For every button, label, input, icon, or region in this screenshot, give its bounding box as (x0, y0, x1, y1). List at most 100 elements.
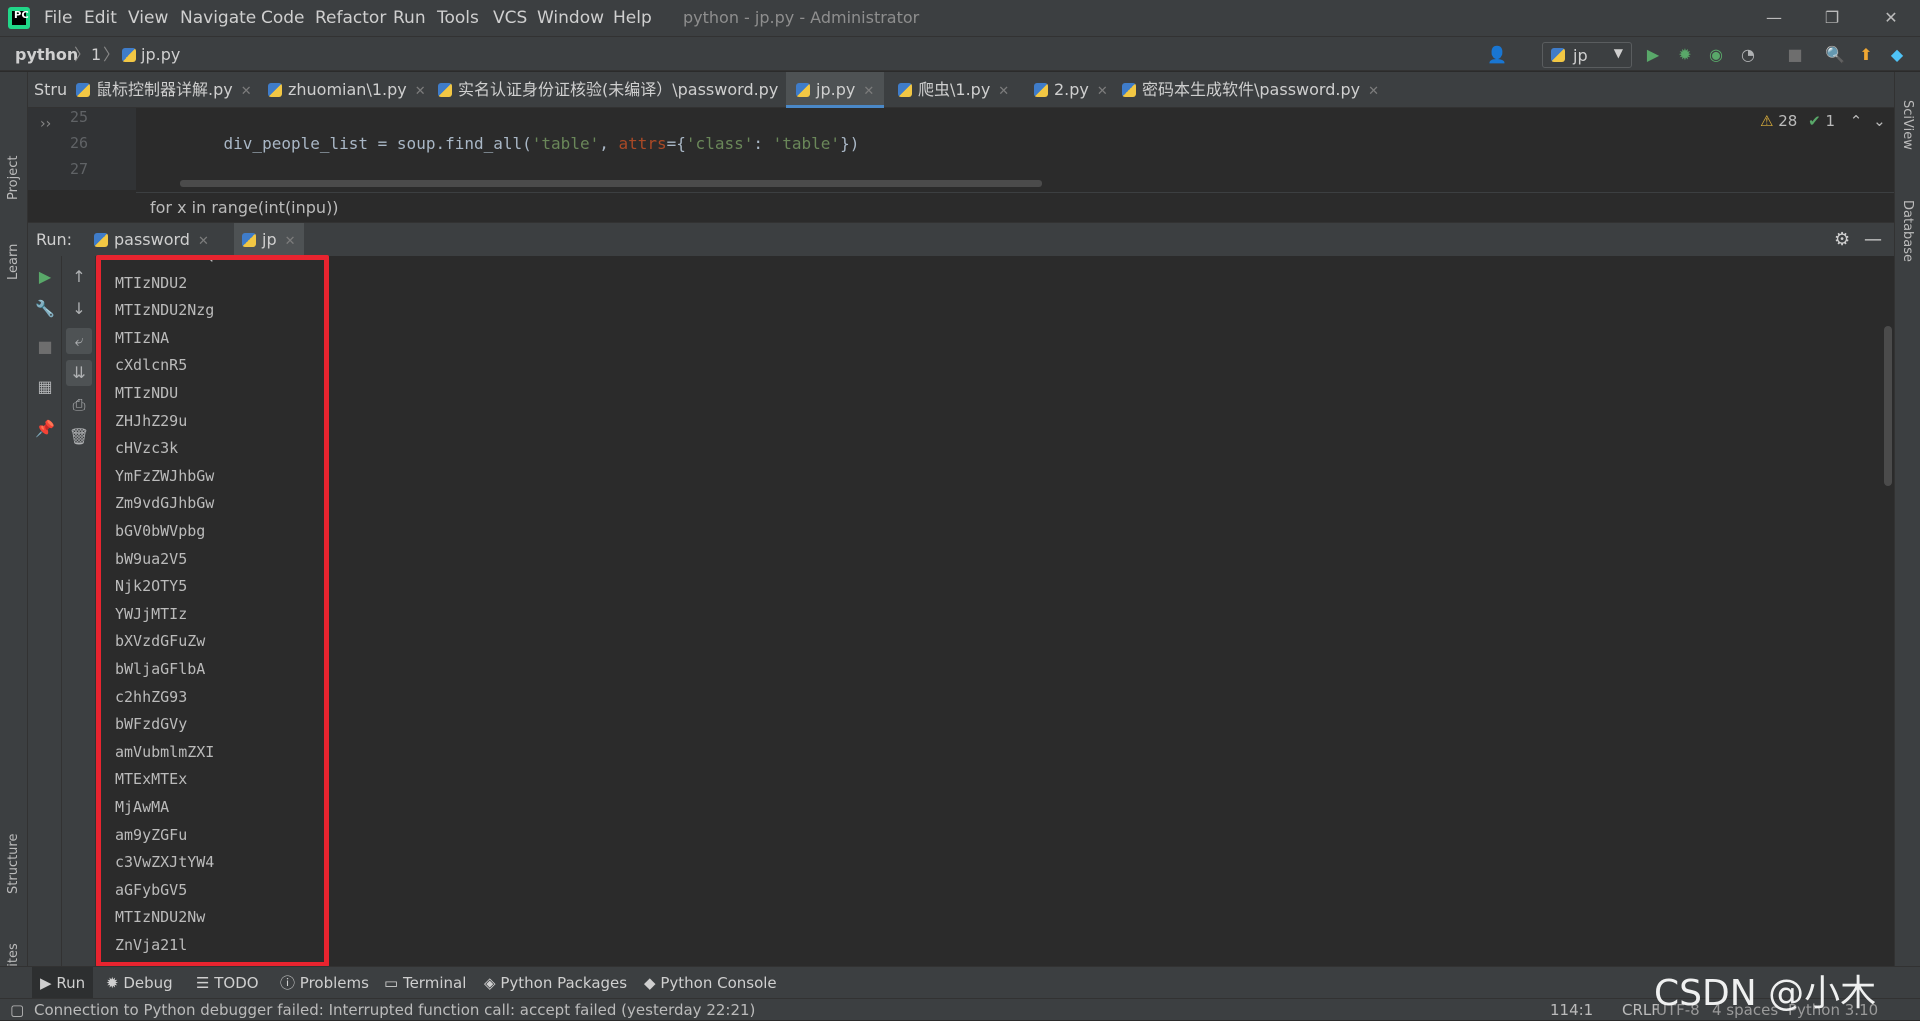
soft-wrap-icon[interactable]: ⤶ (66, 328, 92, 354)
user-icon[interactable]: 👤 (1486, 44, 1508, 66)
close-tab-icon[interactable]: ✕ (998, 84, 1009, 99)
pin-icon[interactable]: 📌 (32, 416, 58, 442)
scroll-to-end-icon[interactable]: ⇊ (66, 360, 92, 386)
tool-todo[interactable]: ☰ TODO (196, 967, 259, 999)
menu-vcs[interactable]: VCS (493, 0, 527, 36)
tab-password-generator[interactable]: 密码本生成软件\password.py ✕ (1122, 72, 1379, 108)
run-panel-header: Run: password ✕ jp ✕ ⚙ — (28, 222, 1894, 257)
title-bar: PC File Edit View Navigate Code Refactor… (0, 0, 1920, 36)
window-title: python - jp.py - Administrator (683, 8, 920, 27)
chevron-down-icon[interactable]: ⌄ (1873, 112, 1886, 130)
breadcrumb-file[interactable]: jp.py (122, 37, 180, 72)
database-panel-toggle[interactable]: Database (1900, 200, 1915, 262)
run-tab-jp[interactable]: jp ✕ (234, 223, 304, 257)
tool-python-packages[interactable]: ◈ Python Packages (484, 967, 627, 999)
close-tab-icon[interactable]: ✕ (198, 234, 209, 249)
structure-panel-toggle[interactable]: Structure (6, 834, 21, 894)
horizontal-scrollbar[interactable] (180, 180, 1042, 187)
learn-panel-toggle[interactable]: Learn (6, 244, 21, 280)
menu-code[interactable]: Code (261, 0, 305, 36)
vertical-scrollbar[interactable] (1884, 326, 1892, 486)
tool-python-console[interactable]: ◆ Python Console (644, 967, 777, 999)
close-tab-icon[interactable]: ✕ (415, 84, 426, 99)
project-panel-toggle[interactable]: Project (6, 156, 21, 200)
gear-icon[interactable]: ⚙ (1834, 223, 1850, 257)
python-file-icon (94, 233, 108, 247)
run-icon[interactable]: ▶ (1642, 44, 1664, 66)
close-tab-icon[interactable]: ✕ (285, 234, 296, 249)
tab-jp-py[interactable]: jp.py ✕ (786, 72, 885, 108)
debug-icon[interactable]: ✹ (1674, 44, 1696, 66)
toolbox-icon[interactable]: ◆ (1886, 44, 1908, 66)
menu-run[interactable]: Run (393, 0, 426, 36)
stop-icon[interactable]: ■ (1784, 44, 1806, 66)
status-message[interactable]: Connection to Python debugger failed: In… (34, 999, 755, 1021)
rerun-icon[interactable]: ▶ (32, 264, 58, 290)
run-config-select[interactable]: jp ▼ (1542, 42, 1632, 68)
status-toggle-icon[interactable]: ▢ (10, 999, 24, 1021)
close-tab-icon[interactable]: ✕ (863, 84, 874, 99)
python-file-icon (1551, 48, 1565, 62)
chevron-up-icon[interactable]: ⌃ (1850, 112, 1863, 130)
code-line: div_people_list = soup.find_all('table',… (223, 134, 860, 153)
inspection-widget[interactable]: ⚠ 28 ✔ 1 ⌃ ⌄ (1760, 112, 1886, 130)
stop-icon[interactable]: ■ (32, 334, 58, 360)
tab-mouse-controller[interactable]: 鼠标控制器详解.py ✕ (76, 72, 252, 108)
arrow-up-icon[interactable]: ↑ (66, 264, 92, 290)
list-icon: ☰ (196, 974, 210, 992)
print-icon[interactable]: ⎙ (66, 392, 92, 418)
update-icon[interactable]: ⬆ (1855, 44, 1877, 66)
close-tab-icon[interactable]: ✕ (1097, 84, 1108, 99)
run-config-label: jp (1573, 46, 1588, 65)
profile-icon[interactable]: ◔ (1737, 44, 1759, 66)
tab-id-verification-password[interactable]: 实名认证身份证核验(未编译）\password.py✕ (438, 72, 797, 108)
tab-2-py[interactable]: 2.py ✕ (1034, 72, 1108, 108)
breadcrumb-folder[interactable]: 1 (91, 37, 101, 72)
minimize-icon[interactable]: — (1745, 0, 1803, 36)
search-icon[interactable]: 🔍 (1824, 44, 1846, 66)
sciview-panel-toggle[interactable]: SciView (1900, 100, 1915, 150)
wrench-icon[interactable]: 🔧 (32, 296, 58, 322)
coverage-icon[interactable]: ◉ (1705, 44, 1727, 66)
tool-debug-label: Debug (123, 974, 173, 992)
console-output[interactable]: cGFzc3dvcmQMTIzNDU2MTIzNDU2NzgMTIzNAcXdl… (96, 256, 1894, 966)
close-tab-icon[interactable]: ✕ (1368, 84, 1379, 99)
python-file-icon (1122, 83, 1136, 97)
tool-run[interactable]: ▶ Run (32, 967, 94, 999)
breadcrumb-project[interactable]: python (15, 37, 78, 72)
tool-python-packages-label: Python Packages (500, 974, 628, 992)
menu-file[interactable]: File (44, 0, 72, 36)
hide-panel-icon[interactable]: — (1864, 223, 1882, 257)
python-file-icon (438, 83, 452, 97)
code-breadcrumb[interactable]: for x in range(int(inpu)) (136, 192, 1894, 222)
run-toolbar-secondary: ↑ ↓ ⤶ ⇊ ⎙ 🗑 (62, 256, 96, 966)
menu-refactor[interactable]: Refactor (315, 0, 386, 36)
tool-problems[interactable]: ⓘ Problems (280, 967, 369, 999)
close-icon[interactable]: ✕ (1862, 0, 1920, 36)
close-tab-icon[interactable]: ✕ (241, 84, 252, 99)
tab-crawler[interactable]: 爬虫\1.py ✕ (898, 72, 1009, 108)
tool-terminal[interactable]: ▭ Terminal (384, 967, 466, 999)
menu-view[interactable]: View (128, 0, 168, 36)
tool-debug[interactable]: ✹ Debug (106, 967, 173, 999)
arrow-down-icon[interactable]: ↓ (66, 296, 92, 322)
menu-window[interactable]: Window (537, 0, 604, 36)
menu-help[interactable]: Help (613, 0, 652, 36)
tab-structure[interactable]: Stru (34, 72, 67, 108)
run-tab-password[interactable]: password ✕ (94, 223, 209, 257)
trash-icon[interactable]: 🗑 (66, 424, 92, 450)
bug-icon: ✹ (106, 974, 119, 992)
tab-zhuomian[interactable]: zhuomian\1.py ✕ (268, 72, 426, 108)
breadcrumb-separator-icon: 〉 (74, 45, 91, 64)
layout-icon[interactable]: ▦ (32, 374, 58, 400)
menu-navigate[interactable]: Navigate (180, 0, 256, 36)
warning-icon: ⚠ (1760, 112, 1774, 130)
menu-edit[interactable]: Edit (84, 0, 117, 36)
weak-warning-count: 1 (1825, 112, 1836, 130)
menu-tools[interactable]: Tools (437, 0, 479, 36)
restore-icon[interactable]: ❐ (1803, 0, 1861, 36)
tab-label: 鼠标控制器详解.py (96, 80, 233, 99)
tool-python-console-label: Python Console (660, 974, 777, 992)
tab-label: 密码本生成软件\password.py (1142, 80, 1361, 99)
caret-position[interactable]: 114:1 (1550, 999, 1593, 1021)
